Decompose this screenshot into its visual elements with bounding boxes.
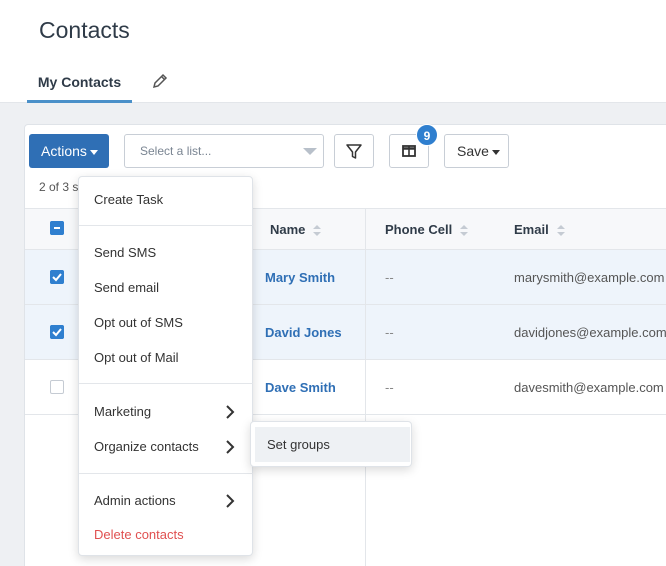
menu-item-marketing[interactable]: Marketing [94, 404, 151, 419]
menu-item-send-email[interactable]: Send email [94, 280, 159, 295]
contact-phone: -- [385, 325, 394, 340]
tab-my-contacts[interactable]: My Contacts [27, 65, 132, 103]
column-divider [365, 208, 366, 566]
menu-item-send-sms[interactable]: Send SMS [94, 245, 156, 260]
pencil-icon[interactable] [151, 72, 169, 90]
menu-item-create-task[interactable]: Create Task [94, 192, 163, 207]
sort-icon [313, 224, 322, 237]
contact-phone: -- [385, 380, 394, 395]
row-checkbox[interactable] [50, 325, 64, 339]
chevron-right-icon [226, 440, 235, 454]
contact-email: davesmith@example.com [514, 380, 664, 395]
column-header-phone-cell[interactable]: Phone Cell [385, 209, 469, 250]
menu-item-admin-actions[interactable]: Admin actions [94, 493, 176, 508]
actions-dropdown-menu: Create Task Send SMS Send email Opt out … [78, 176, 253, 556]
contact-name-link[interactable]: Mary Smith [265, 250, 335, 305]
row-checkbox[interactable] [50, 380, 64, 394]
selection-count: 2 of 3 se [39, 180, 81, 194]
columns-count-badge: 9 [416, 124, 438, 146]
caret-down-icon [89, 149, 98, 155]
select-all-checkbox[interactable] [50, 221, 64, 235]
filter-button[interactable] [334, 134, 374, 168]
list-select-placeholder: Select a list... [140, 144, 212, 158]
list-select[interactable]: Select a list... [124, 134, 324, 168]
contact-phone: -- [385, 270, 394, 285]
filter-icon [346, 144, 362, 159]
row-checkbox[interactable] [50, 270, 64, 284]
sort-icon [460, 224, 469, 237]
menu-divider [79, 473, 253, 474]
chevron-right-icon [226, 405, 235, 419]
menu-divider [79, 383, 253, 384]
column-header-label: Email [514, 222, 549, 237]
select-arrow-icon [303, 148, 317, 155]
sort-icon [556, 224, 565, 237]
menu-item-delete-contacts[interactable]: Delete contacts [94, 527, 184, 542]
actions-button-label: Actions [41, 143, 87, 159]
caret-down-icon [491, 149, 500, 155]
page-header: Contacts My Contacts [0, 0, 666, 103]
contact-name-link[interactable]: Dave Smith [265, 360, 336, 415]
menu-item-opt-out-sms[interactable]: Opt out of SMS [94, 315, 183, 330]
menu-item-organize-contacts[interactable]: Organize contacts [94, 439, 199, 454]
chevron-right-icon [226, 494, 235, 508]
save-button[interactable]: Save [444, 134, 509, 168]
contact-name-link[interactable]: David Jones [265, 305, 342, 360]
page-title: Contacts [39, 17, 130, 43]
actions-button[interactable]: Actions [29, 134, 109, 168]
column-header-label: Phone Cell [385, 222, 453, 237]
column-header-label: Name [270, 222, 306, 237]
save-button-label: Save [457, 143, 489, 159]
menu-item-opt-out-mail[interactable]: Opt out of Mail [94, 350, 179, 365]
column-header-name[interactable]: Name [270, 209, 322, 250]
contact-email: marysmith@example.com [514, 270, 665, 285]
contact-email: davidjones@example.com [514, 325, 666, 340]
menu-divider [79, 225, 253, 226]
organize-contacts-submenu: Set groups [250, 421, 412, 467]
submenu-item-set-groups[interactable]: Set groups [255, 427, 410, 462]
column-header-email[interactable]: Email [514, 209, 565, 250]
